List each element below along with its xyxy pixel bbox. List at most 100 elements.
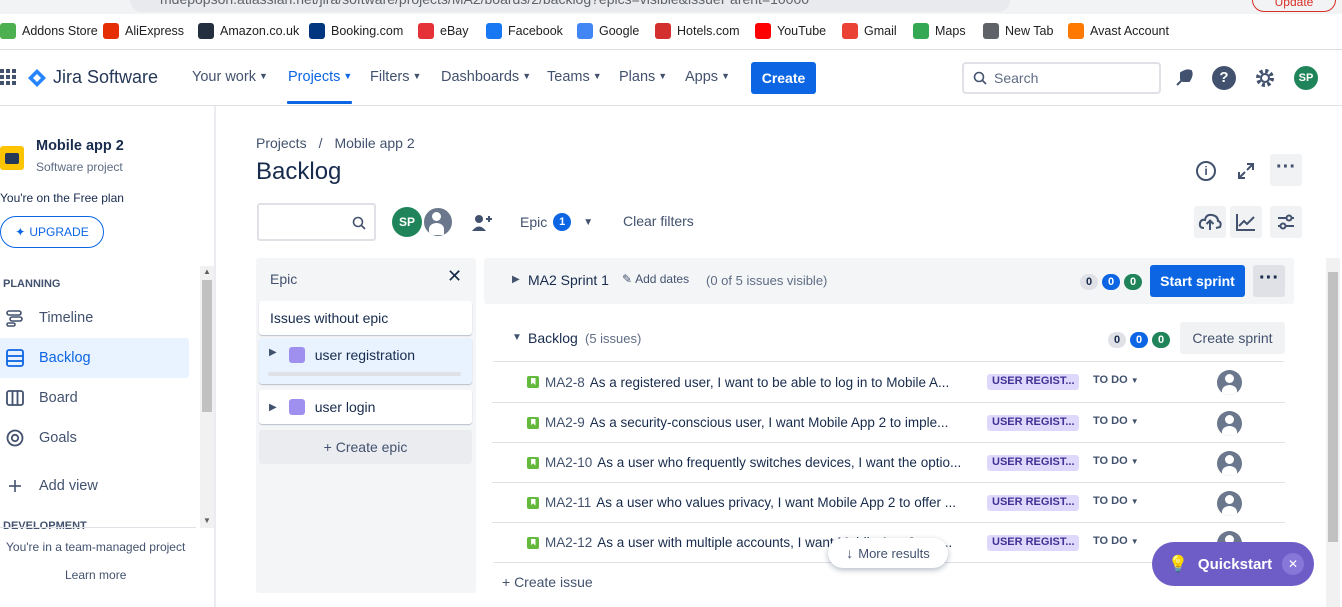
bookmark-avast-account[interactable]: Avast Account bbox=[1068, 22, 1169, 40]
bookmark-ebay[interactable]: eBay bbox=[418, 22, 469, 40]
status-dropdown[interactable]: TO DO ▼ bbox=[1093, 535, 1139, 547]
issue-summary[interactable]: As a user who values privacy, I want Mob… bbox=[596, 495, 968, 510]
status-dropdown[interactable]: TO DO ▼ bbox=[1093, 415, 1139, 427]
nav-teams[interactable]: Teams ▼ bbox=[547, 69, 602, 85]
epic-lozenge[interactable]: USER REGIST... bbox=[987, 495, 1079, 511]
epic-filter-dropdown[interactable]: Epic 1 ▼ bbox=[520, 213, 593, 231]
filter-avatar-sp[interactable]: SP bbox=[392, 207, 422, 237]
close-icon[interactable]: ✕ bbox=[447, 266, 462, 287]
backlog-search-input[interactable] bbox=[257, 203, 376, 241]
browser-update-button[interactable]: Update bbox=[1252, 0, 1336, 12]
clear-filters-button[interactable]: Clear filters bbox=[623, 213, 694, 229]
scroll-down-icon[interactable]: ▼ bbox=[203, 516, 211, 525]
epic-lozenge[interactable]: USER REGIST... bbox=[987, 455, 1079, 471]
backlog-label[interactable]: Backlog bbox=[528, 330, 578, 346]
epic-lozenge[interactable]: USER REGIST... bbox=[987, 535, 1079, 551]
project-name[interactable]: Mobile app 2 bbox=[36, 138, 124, 154]
upgrade-button[interactable]: ✦ UPGRADE bbox=[0, 216, 104, 248]
quickstart-button[interactable]: 💡 Quickstart ✕ bbox=[1152, 542, 1314, 586]
learn-more-link[interactable]: Learn more bbox=[65, 568, 126, 582]
bookmark-maps[interactable]: Maps bbox=[913, 22, 966, 40]
sprint-name[interactable]: MA2 Sprint 1 bbox=[528, 272, 609, 288]
breadcrumb-project[interactable]: Mobile app 2 bbox=[334, 135, 414, 151]
sidebar-item-board[interactable]: Board bbox=[0, 378, 189, 418]
sidebar-item-backlog[interactable]: Backlog bbox=[0, 338, 189, 378]
nav-projects[interactable]: Projects ▼ bbox=[288, 69, 352, 85]
bookmark-new-tab[interactable]: New Tab bbox=[983, 22, 1053, 40]
nav-your-work[interactable]: Your work ▼ bbox=[192, 69, 268, 85]
epic-card-user-login[interactable]: ▶ user login bbox=[259, 390, 472, 424]
assignee-avatar[interactable] bbox=[1217, 370, 1242, 395]
sprint-more-button[interactable]: ··· bbox=[1253, 265, 1285, 297]
jira-logo[interactable]: Jira Software bbox=[27, 67, 158, 88]
issue-key[interactable]: MA2-11 bbox=[545, 495, 591, 510]
breadcrumb-projects[interactable]: Projects bbox=[256, 135, 307, 151]
assignee-avatar[interactable] bbox=[1217, 491, 1242, 516]
more-results-button[interactable]: ↓ More results bbox=[828, 538, 948, 568]
status-dropdown[interactable]: TO DO ▼ bbox=[1093, 374, 1139, 386]
bookmark-booking-com[interactable]: Booking.com bbox=[309, 22, 403, 40]
issue-summary[interactable]: As a security-conscious user, I want Mob… bbox=[590, 415, 962, 430]
epic-card-user-registration[interactable]: ▶ user registration bbox=[259, 338, 472, 384]
bookmark-youtube[interactable]: YouTube bbox=[755, 22, 826, 40]
issue-key[interactable]: MA2-8 bbox=[545, 375, 585, 390]
add-dates-button[interactable]: ✎ Add dates bbox=[622, 272, 689, 286]
status-dropdown[interactable]: TO DO ▼ bbox=[1093, 495, 1139, 507]
insights-button[interactable] bbox=[1230, 206, 1262, 238]
bookmark-addons-store[interactable]: Addons Store bbox=[0, 22, 98, 40]
table-row[interactable]: MA2-8 As a registered user, I want to be… bbox=[492, 362, 1285, 402]
app-switcher-icon[interactable] bbox=[0, 69, 16, 85]
assignee-avatar[interactable] bbox=[1217, 411, 1242, 436]
start-sprint-button[interactable]: Start sprint bbox=[1150, 265, 1245, 297]
search-input[interactable]: Search bbox=[962, 62, 1161, 94]
table-row[interactable]: MA2-11 As a user who values privacy, I w… bbox=[492, 482, 1285, 522]
bookmark-google[interactable]: Google bbox=[577, 22, 639, 40]
create-button[interactable]: Create bbox=[751, 62, 816, 94]
notifications-icon[interactable] bbox=[1173, 67, 1195, 89]
issue-summary[interactable]: As a user who frequently switches device… bbox=[597, 455, 969, 470]
settings-gear-icon[interactable] bbox=[1253, 66, 1277, 90]
create-issue-button[interactable]: + Create issue bbox=[502, 574, 593, 590]
issue-summary[interactable]: As a registered user, I want to be able … bbox=[590, 375, 962, 390]
more-actions-button[interactable]: ··· bbox=[1270, 154, 1302, 186]
fullscreen-icon[interactable] bbox=[1236, 161, 1256, 181]
add-people-icon[interactable] bbox=[470, 211, 494, 235]
nav-apps[interactable]: Apps ▼ bbox=[685, 69, 730, 85]
view-settings-button[interactable] bbox=[1270, 206, 1302, 238]
issue-key[interactable]: MA2-10 bbox=[545, 455, 592, 470]
nav-dashboards[interactable]: Dashboards ▼ bbox=[441, 69, 531, 85]
nav-plans[interactable]: Plans ▼ bbox=[619, 69, 667, 85]
close-icon[interactable]: ✕ bbox=[1282, 553, 1304, 575]
chevron-right-icon[interactable]: ▶ bbox=[512, 274, 520, 285]
address-bar[interactable]: mdepopson.atlassian.net/jira/software/pr… bbox=[130, 0, 1010, 12]
epic-lozenge[interactable]: USER REGIST... bbox=[987, 374, 1079, 390]
bookmark-amazon-co-uk[interactable]: Amazon.co.uk bbox=[198, 22, 299, 40]
sidebar-item-timeline[interactable]: Timeline bbox=[0, 298, 189, 338]
scroll-up-icon[interactable]: ▲ bbox=[203, 267, 211, 276]
bookmark-gmail[interactable]: Gmail bbox=[842, 22, 897, 40]
help-icon[interactable]: ? bbox=[1212, 66, 1236, 90]
epic-lozenge[interactable]: USER REGIST... bbox=[987, 415, 1079, 431]
issue-key[interactable]: MA2-9 bbox=[545, 415, 585, 430]
profile-avatar[interactable]: SP bbox=[1294, 66, 1318, 90]
bookmark-aliexpress[interactable]: AliExpress bbox=[103, 22, 184, 40]
chevron-down-icon[interactable]: ▼ bbox=[512, 332, 522, 343]
sidebar-item-add-view[interactable]: Add view bbox=[0, 466, 189, 506]
assignee-avatar[interactable] bbox=[1217, 451, 1242, 476]
release-button[interactable] bbox=[1194, 206, 1226, 238]
issues-without-epic[interactable]: Issues without epic bbox=[259, 301, 472, 335]
project-avatar[interactable] bbox=[0, 146, 24, 170]
table-row[interactable]: MA2-9 As a security-conscious user, I wa… bbox=[492, 402, 1285, 442]
status-dropdown[interactable]: TO DO ▼ bbox=[1093, 455, 1139, 467]
bookmark-facebook[interactable]: Facebook bbox=[486, 22, 563, 40]
main-scrollbar[interactable] bbox=[1326, 258, 1340, 607]
create-epic-button[interactable]: + Create epic bbox=[259, 430, 472, 464]
table-row[interactable]: MA2-10 As a user who frequently switches… bbox=[492, 442, 1285, 482]
info-icon[interactable]: i bbox=[1196, 161, 1216, 181]
filter-avatar-unassigned[interactable] bbox=[422, 206, 454, 238]
create-sprint-button[interactable]: Create sprint bbox=[1180, 322, 1285, 354]
sidebar-item-goals[interactable]: Goals bbox=[0, 418, 189, 458]
issue-key[interactable]: MA2-12 bbox=[545, 535, 592, 550]
sidebar-scrollbar[interactable]: ▲ ▼ bbox=[200, 266, 214, 528]
bookmark-hotels-com[interactable]: Hotels.com bbox=[655, 22, 740, 40]
